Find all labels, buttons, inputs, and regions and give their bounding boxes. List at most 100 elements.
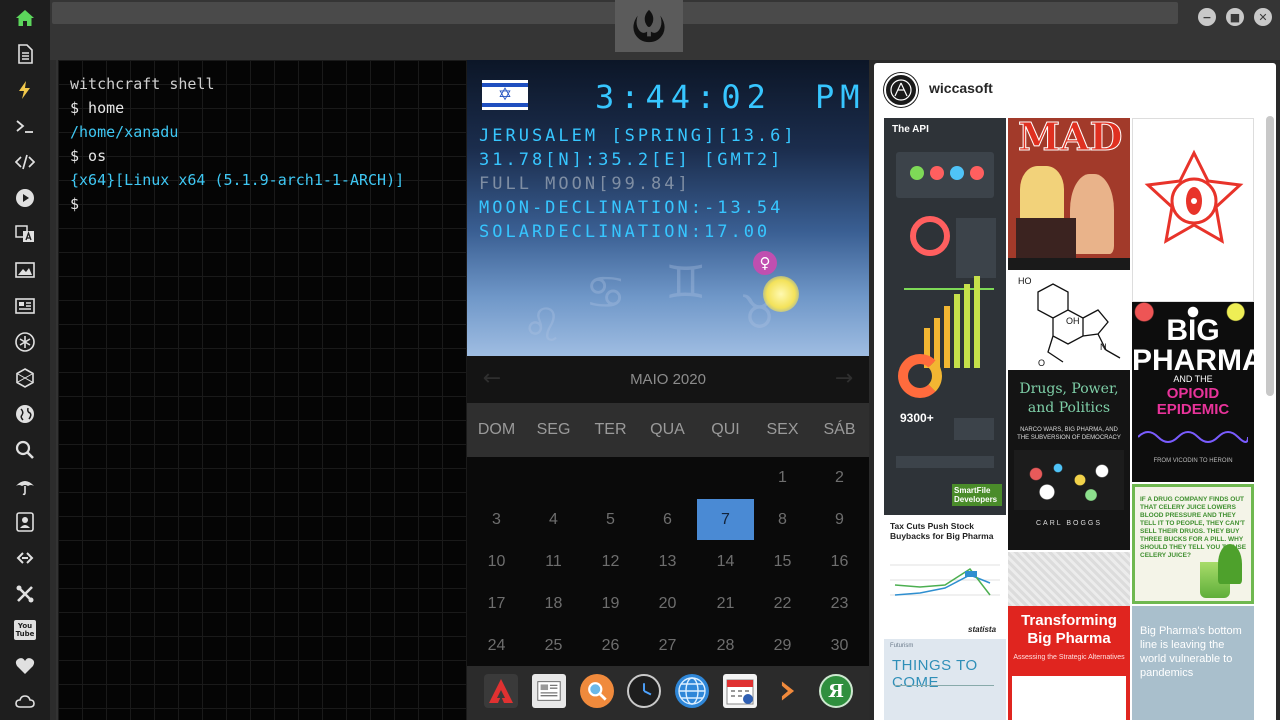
close-button[interactable]: ✕ xyxy=(1254,8,1272,26)
asterisk-icon[interactable] xyxy=(13,330,37,354)
calendar-day[interactable]: 16 xyxy=(811,541,868,582)
globe-icon[interactable] xyxy=(13,402,37,426)
calendar-day[interactable]: 25 xyxy=(525,625,582,666)
calendar-day[interactable]: 13 xyxy=(639,541,696,582)
yandex-letter: Я xyxy=(828,680,844,702)
sidebar-scrollbar[interactable] xyxy=(50,0,56,720)
gallery-tile-drugs-power[interactable]: Drugs, Power, and Politics NARCO WARS, B… xyxy=(1008,370,1130,550)
weekday-label: QUA xyxy=(650,421,685,438)
minimize-button[interactable]: − xyxy=(1198,8,1216,26)
terminal-prompt[interactable]: $ xyxy=(70,192,455,216)
maximize-button[interactable]: ■ xyxy=(1226,8,1244,26)
globe-app-icon[interactable] xyxy=(675,674,709,708)
tile-title: Tax Cuts Push Stock Buybacks for Big Pha… xyxy=(890,521,994,541)
terminal-line: $ os xyxy=(70,147,107,165)
play-icon[interactable] xyxy=(13,186,37,210)
calendar-day[interactable]: 4 xyxy=(525,499,582,540)
weekday-label: SEG xyxy=(536,421,571,438)
code-icon[interactable] xyxy=(13,150,37,174)
prev-month-button[interactable]: ← xyxy=(477,364,507,394)
gallery-tile-transforming[interactable]: Transforming Big Pharma Assessing the St… xyxy=(1008,606,1130,720)
gallery-tile-big-pharma[interactable]: BIG PHARMA AND THE OPIOID EPIDEMIC FROM … xyxy=(1132,302,1254,482)
calendar-day[interactable]: 26 xyxy=(582,625,639,666)
desktop: You Tube − ■ ✕ witchcraft shell $ home /… xyxy=(0,0,1280,720)
search-icon[interactable] xyxy=(13,438,37,462)
calendar-day[interactable]: 27 xyxy=(639,625,696,666)
calendar-day[interactable]: 3 xyxy=(468,499,525,540)
calendar-day-selected[interactable]: 7 xyxy=(697,499,754,540)
calendar-day[interactable]: 17 xyxy=(468,583,525,624)
calendar-day[interactable]: 21 xyxy=(697,583,754,624)
hexagon-icon[interactable] xyxy=(13,366,37,390)
contact-icon[interactable] xyxy=(13,510,37,534)
calendar-day[interactable]: 29 xyxy=(754,625,811,666)
umbrella-icon[interactable] xyxy=(13,474,37,498)
tile-footer: FROM VICODIN TO HEROIN xyxy=(1153,458,1233,464)
gallery-tile-seal[interactable] xyxy=(1132,118,1254,302)
calendar-day[interactable]: 2 xyxy=(811,457,868,498)
calendar-day[interactable]: 19 xyxy=(582,583,639,624)
calendar-app-icon[interactable] xyxy=(723,674,757,708)
dock: Я xyxy=(467,666,869,720)
bolt-icon[interactable] xyxy=(13,78,37,102)
calendar-day[interactable]: 28 xyxy=(697,625,754,666)
sidebar: You Tube xyxy=(0,0,50,720)
avatar[interactable] xyxy=(884,73,918,107)
tile-author: CARL BOGGS xyxy=(1035,520,1103,527)
gallery-tile-bottom-line[interactable]: Big Pharma's bottom line is leaving the … xyxy=(1132,606,1254,720)
terminal-line: /home/xanadu xyxy=(70,123,179,141)
home-icon[interactable] xyxy=(13,6,37,30)
yandex-app-icon[interactable]: Я xyxy=(819,674,853,708)
gallery-scrollbar[interactable] xyxy=(1266,116,1274,396)
search-app-icon[interactable] xyxy=(580,674,614,708)
calendar-day[interactable]: 1 xyxy=(754,457,811,498)
gallery-tile-tax-cuts[interactable]: Tax Cuts Push Stock Buybacks for Big Pha… xyxy=(884,517,1006,637)
logo-tab[interactable] xyxy=(615,0,683,52)
gallery-tile-things-to-come[interactable]: Futurism THINGS TO COME xyxy=(884,639,1006,720)
calendar-day[interactable]: 23 xyxy=(811,583,868,624)
forward-app-icon[interactable] xyxy=(771,674,805,708)
calendar-day[interactable]: 6 xyxy=(639,499,696,540)
solar-declination-line: SOLARDECLINATION:17.00 xyxy=(479,222,771,242)
gallery-tile-celery[interactable]: IF A DRUG COMPANY FINDS OUT THAT CELERY … xyxy=(1132,484,1254,604)
translate-icon[interactable] xyxy=(13,222,37,246)
tile-source: statista xyxy=(968,625,997,634)
rebel-alliance-icon xyxy=(633,9,665,43)
image-icon[interactable] xyxy=(13,258,37,282)
calendar-day[interactable]: 8 xyxy=(754,499,811,540)
terminal[interactable]: witchcraft shell $ home /home/xanadu $ o… xyxy=(58,60,467,720)
calendar-day[interactable]: 24 xyxy=(468,625,525,666)
next-month-button[interactable]: → xyxy=(829,364,859,394)
gallery-tile-molecule[interactable]: HO OH O N xyxy=(1008,272,1130,370)
gallery-tile-api[interactable]: The API 9300+ SmartFile Developers xyxy=(884,118,1006,515)
calendar-day[interactable]: 10 xyxy=(468,541,525,582)
tile-title: BIG PHARMA xyxy=(1132,314,1254,377)
document-icon[interactable] xyxy=(13,42,37,66)
calendar-day[interactable]: 14 xyxy=(697,541,754,582)
location-line: JERUSALEM [SPRING][13.6] xyxy=(479,126,797,146)
tools-icon[interactable] xyxy=(13,582,37,606)
heart-icon[interactable] xyxy=(13,654,37,678)
calendar-day[interactable]: 15 xyxy=(754,541,811,582)
gallery-tile-pattern[interactable] xyxy=(1008,552,1130,606)
youtube-icon[interactable]: You Tube xyxy=(13,618,37,642)
calendar-day[interactable]: 11 xyxy=(525,541,582,582)
calendar-day[interactable]: 30 xyxy=(811,625,868,666)
arch-app-icon[interactable] xyxy=(484,674,518,708)
calendar-day[interactable]: 9 xyxy=(811,499,868,540)
terminal-icon[interactable] xyxy=(13,114,37,138)
calendar-day[interactable]: 20 xyxy=(639,583,696,624)
calendar-day[interactable]: 5 xyxy=(582,499,639,540)
tile-subtitle: NARCO WARS, BIG PHARMA, AND THE SUBVERSI… xyxy=(1017,427,1121,441)
news-icon[interactable] xyxy=(13,294,37,318)
calendar-day[interactable]: 12 xyxy=(582,541,639,582)
link-icon[interactable] xyxy=(13,546,37,570)
cloud-icon[interactable] xyxy=(13,690,37,714)
clock-app-icon[interactable] xyxy=(627,674,661,708)
gallery-tile-mad[interactable]: MAD xyxy=(1008,118,1130,270)
account-name[interactable]: wiccasoft xyxy=(929,80,993,96)
calendar-day[interactable]: 22 xyxy=(754,583,811,624)
newspaper-app-icon[interactable] xyxy=(532,674,566,708)
calendar-day[interactable]: 18 xyxy=(525,583,582,624)
tile-count: 9300+ xyxy=(900,411,934,425)
